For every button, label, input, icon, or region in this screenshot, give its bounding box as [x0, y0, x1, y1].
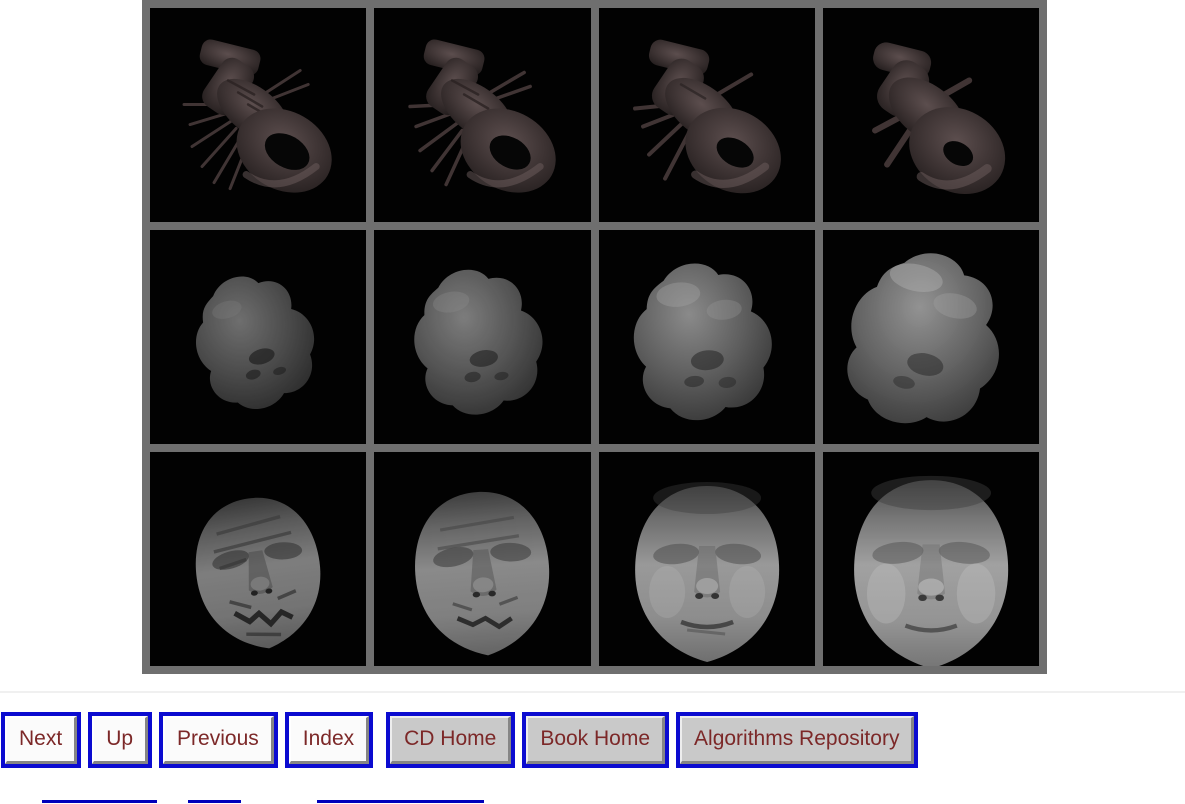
- horizontal-rule: [0, 691, 1185, 693]
- figure-cell: [150, 230, 367, 444]
- algorithms-repository-button[interactable]: Algorithms Repository: [676, 712, 919, 768]
- figure-cell: [598, 8, 815, 222]
- clipped-link-underline-1[interactable]: [42, 800, 157, 803]
- book-home-button-label: Book Home: [526, 716, 666, 764]
- clipped-link-underline-2[interactable]: [188, 800, 241, 803]
- blob-mesh-level-2-image: [414, 269, 543, 415]
- figure-cell: [598, 230, 815, 444]
- figure-cell: [374, 452, 591, 666]
- nav-button-bar: Next Up Previous Index CD Home Book Home…: [1, 712, 919, 768]
- blob-mesh-level-4-image: [847, 253, 999, 424]
- page: Next Up Previous Index CD Home Book Home…: [0, 0, 1185, 804]
- figure-cell: [374, 230, 591, 444]
- face-mesh-level-3-image: [634, 482, 779, 662]
- up-button[interactable]: Up: [88, 712, 153, 768]
- face-mesh-level-4-image: [853, 475, 1008, 666]
- next-button-label: Next: [5, 716, 78, 764]
- face-mesh-level-2-image: [415, 492, 550, 656]
- next-button[interactable]: Next: [1, 712, 82, 768]
- cd-home-button[interactable]: CD Home: [386, 712, 516, 768]
- blob-mesh-level-1-image: [196, 276, 314, 410]
- up-button-label: Up: [92, 716, 149, 764]
- figure-cell: [150, 8, 367, 222]
- lobster-mesh-level-3-image: [632, 39, 781, 194]
- index-button-label: Index: [288, 716, 370, 764]
- figure-cell: [822, 452, 1039, 666]
- previous-button[interactable]: Previous: [159, 712, 278, 768]
- index-button[interactable]: Index: [284, 712, 374, 768]
- lobster-mesh-level-1-image: [182, 39, 332, 193]
- lobster-mesh-level-2-image: [408, 39, 556, 193]
- clipped-link-underline-3[interactable]: [317, 800, 484, 803]
- blob-mesh-level-3-image: [633, 263, 772, 421]
- figure-cell: [374, 8, 591, 222]
- figure-mesh-simplification: [142, 0, 1047, 674]
- lobster-mesh-level-4-image: [871, 42, 1005, 195]
- previous-button-label: Previous: [163, 716, 274, 764]
- figure-cell: [822, 8, 1039, 222]
- figure-cell: [150, 452, 367, 666]
- algorithms-repository-button-label: Algorithms Repository: [680, 716, 915, 764]
- book-home-button[interactable]: Book Home: [522, 712, 670, 768]
- figure-cell: [822, 230, 1039, 444]
- face-mesh-level-1-image: [195, 497, 321, 649]
- cd-home-button-label: CD Home: [390, 716, 512, 764]
- figure-cell: [598, 452, 815, 666]
